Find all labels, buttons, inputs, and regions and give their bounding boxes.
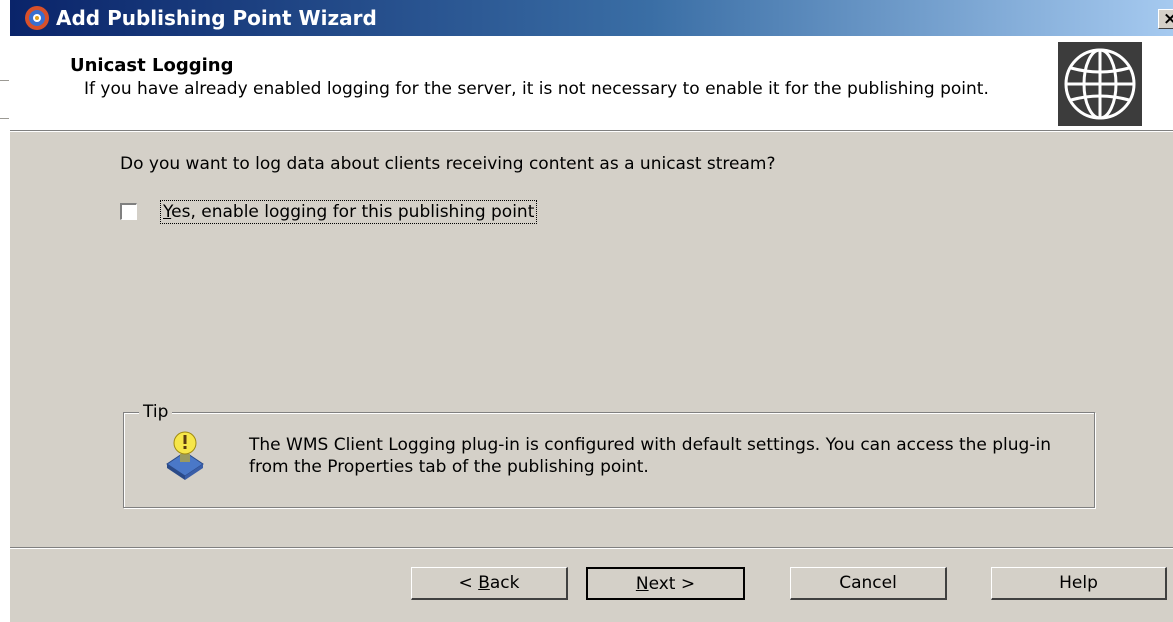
back-prefix: <: [458, 573, 479, 593]
wms-app-icon[interactable]: [24, 5, 50, 31]
enable-logging-checkbox[interactable]: [120, 203, 137, 220]
cancel-button[interactable]: Cancel: [790, 567, 947, 600]
tip-legend: Tip: [139, 402, 173, 422]
back-button[interactable]: < Back: [411, 567, 568, 600]
divider: [10, 548, 1173, 549]
back-label: ack: [489, 573, 520, 593]
divider: [10, 131, 1173, 132]
wizard-header: Unicast Logging If you have already enab…: [10, 36, 1173, 130]
next-button[interactable]: Next >: [586, 567, 745, 600]
page-title: Unicast Logging: [70, 55, 234, 76]
accelerator-key: B: [478, 573, 490, 593]
title-bar[interactable]: Add Publishing Point Wizard ×: [10, 0, 1173, 36]
help-button[interactable]: Help: [991, 567, 1167, 600]
window-title: Add Publishing Point Wizard: [56, 6, 377, 30]
accelerator-key: Y: [163, 202, 172, 222]
tip-text: The WMS Client Logging plug-in is config…: [249, 435, 1051, 477]
divider: [0, 80, 9, 81]
accelerator-key: N: [635, 573, 649, 594]
screen: Add Publishing Point Wizard × Unicast Lo…: [0, 0, 1173, 622]
checkbox-label-text: es, enable logging for this publishing p…: [171, 202, 535, 222]
close-button[interactable]: ×: [1158, 9, 1173, 29]
globe-icon: [1058, 42, 1142, 126]
next-label: ext >: [648, 573, 696, 594]
logging-question: Do you want to log data about clients re…: [120, 154, 776, 174]
enable-logging-label[interactable]: Yes, enable logging for this publishing …: [160, 200, 538, 224]
divider: [0, 118, 9, 119]
wizard-dialog: Add Publishing Point Wizard × Unicast Lo…: [9, 0, 1173, 622]
page-subtitle: If you have already enabled logging for …: [84, 79, 989, 99]
tip-lightbulb-icon: [166, 431, 204, 480]
